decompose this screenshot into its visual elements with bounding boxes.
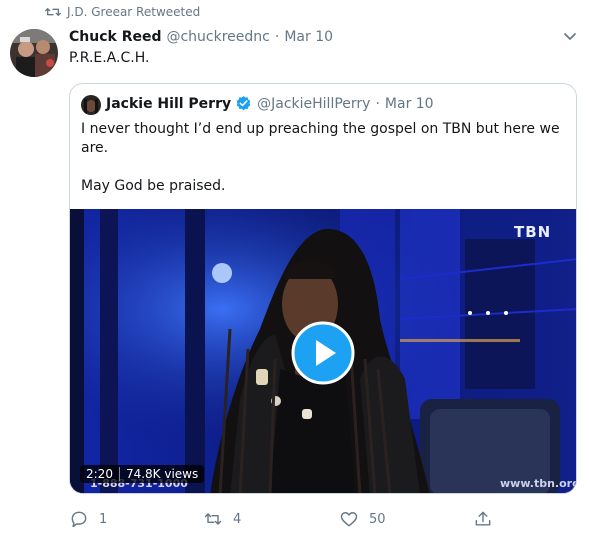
reply-count: 1 (99, 511, 108, 527)
video-player[interactable]: TBN 1-888-731-1000 www.tbn.org 2:20 74.8… (70, 209, 577, 493)
quoted-avatar-image (81, 95, 101, 115)
channel-watermark: TBN (514, 223, 552, 241)
quoted-tweet-card[interactable]: Jackie Hill Perry @JackieHillPerry · Mar… (69, 83, 577, 494)
avatar-image (10, 29, 58, 77)
quoted-header-separator: · (375, 95, 380, 112)
retweet-button[interactable]: 4 (203, 509, 241, 529)
tweet-text: P.R.E.A.C.H. (69, 50, 150, 66)
share-icon (475, 511, 491, 526)
retweet-context-text: J.D. Greear Retweeted (67, 5, 201, 19)
quoted-paragraph-1: I never thought I’d end up preaching the… (81, 121, 560, 156)
retweet-icon (204, 513, 222, 525)
quoted-tweet-text: I never thought I’d end up preaching the… (81, 120, 561, 196)
retweet-context[interactable]: J.D. Greear Retweeted (45, 5, 200, 19)
retweet-count: 4 (233, 511, 242, 527)
play-icon[interactable] (291, 321, 355, 385)
verified-badge-icon (236, 96, 251, 111)
like-button[interactable]: 50 (339, 509, 386, 529)
video-duration: 2:20 (86, 467, 113, 481)
retweet-icon (45, 7, 61, 16)
tweet-header: Chuck Reed @chuckreednc · Mar 10 (69, 29, 333, 45)
reply-icon (71, 511, 87, 528)
video-views: 74.8K views (125, 467, 199, 481)
tweet-actions: 1 4 50 (69, 509, 509, 531)
quoted-avatar[interactable] (81, 95, 101, 115)
quoted-author-handle[interactable]: @JackieHillPerry (257, 96, 370, 112)
like-icon (340, 512, 358, 527)
reply-button[interactable]: 1 (69, 509, 107, 529)
quoted-tweet-header: Jackie Hill Perry @JackieHillPerry · Mar… (106, 95, 434, 112)
website-caption: www.tbn.org (500, 477, 577, 490)
quoted-paragraph-2: May God be praised. (81, 178, 226, 194)
video-duration-badge: 2:20 74.8K views (80, 465, 205, 483)
header-separator: · (274, 29, 280, 45)
author-handle[interactable]: @chuckreednc (166, 29, 269, 45)
badge-divider (118, 467, 120, 481)
tweet-date[interactable]: Mar 10 (284, 29, 333, 45)
chevron-down-icon[interactable] (562, 30, 578, 44)
quoted-author-name[interactable]: Jackie Hill Perry (106, 96, 231, 112)
like-count: 50 (369, 511, 386, 527)
quoted-tweet-date[interactable]: Mar 10 (385, 96, 434, 112)
author-name[interactable]: Chuck Reed (69, 29, 161, 45)
avatar[interactable] (10, 29, 58, 77)
share-button[interactable] (473, 509, 503, 529)
